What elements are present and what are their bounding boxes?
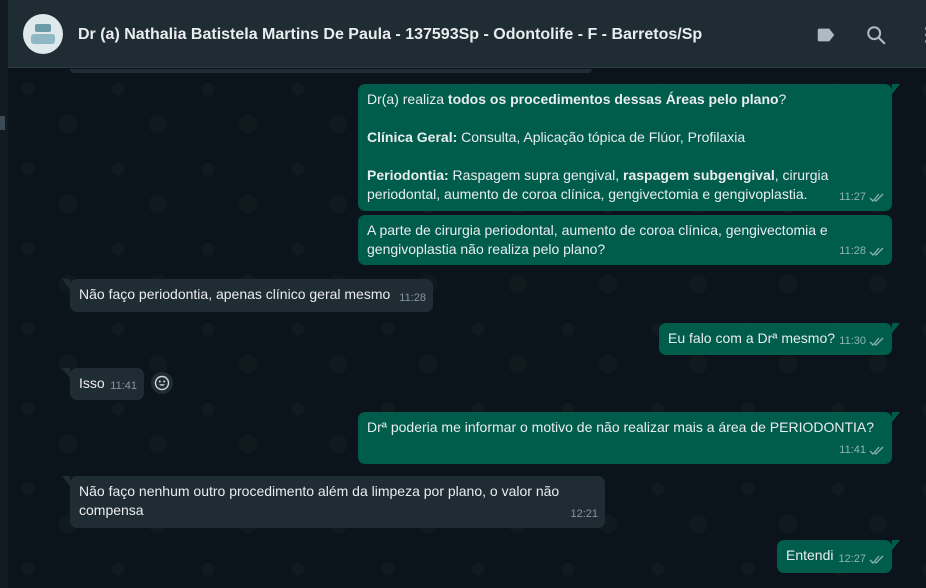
message-time: 11:41: [839, 444, 866, 456]
text-run-bold: Periodontia:: [367, 167, 449, 183]
message-time: 11:27: [839, 191, 866, 203]
message-text: Não faço nenhum outro procedimento além …: [79, 483, 560, 518]
incoming-message[interactable]: Isso 11:41: [62, 368, 144, 400]
message-meta: 12:21: [570, 505, 598, 524]
outgoing-message[interactable]: A parte de cirurgia periodontal, aumento…: [358, 215, 892, 265]
menu-icon[interactable]: [916, 24, 926, 46]
double-check-icon: [869, 247, 884, 256]
message-list[interactable]: Dr(a) realiza todos os procedimentos des…: [8, 69, 926, 588]
message-meta: 11:30: [839, 332, 885, 351]
text-run: Dr(a) realiza: [367, 91, 448, 107]
message-paragraph: Dr(a) realiza todos os procedimentos des…: [367, 90, 883, 109]
text-run-bold: raspagem subgengival: [623, 167, 775, 183]
contact-avatar[interactable]: [23, 14, 63, 54]
message-meta: 11:41: [839, 441, 885, 460]
outgoing-message[interactable]: Drª poderia me informar o motivo de não …: [358, 412, 900, 464]
previous-message-edge: [70, 69, 592, 73]
message-meta: 12:27: [838, 550, 885, 569]
message-time: 11:41: [110, 380, 137, 392]
incoming-message[interactable]: Não faço periodontia, apenas clínico ger…: [62, 279, 433, 312]
reaction-button[interactable]: [151, 372, 173, 394]
avatar-logo-top: [35, 24, 51, 32]
message-text: A parte de cirurgia periodontal, aumento…: [367, 222, 828, 257]
search-icon[interactable]: [865, 24, 887, 46]
double-check-icon: [869, 555, 884, 564]
double-check-icon: [869, 337, 884, 346]
message-paragraph: Periodontia: Raspagem supra gengival, ra…: [367, 166, 883, 204]
chat-header[interactable]: Dr (a) Nathalia Batistela Martins De Pau…: [8, 0, 926, 68]
double-check-icon: [869, 446, 884, 455]
text-run: ?: [778, 91, 787, 107]
message-time: 11:28: [399, 292, 426, 304]
message-meta: 11:28: [839, 242, 885, 261]
avatar-logo-bottom: [31, 34, 55, 44]
text-run-bold: Clínica Geral:: [367, 129, 458, 145]
sidebar-edge: [0, 0, 8, 588]
message-text: Não faço periodontia, apenas clínico ger…: [79, 286, 391, 302]
contact-name[interactable]: Dr (a) Nathalia Batistela Martins De Pau…: [78, 26, 702, 44]
label-icon[interactable]: [815, 24, 837, 46]
incoming-message[interactable]: Não faço nenhum outro procedimento além …: [62, 476, 605, 528]
scroll-marker: [0, 116, 5, 130]
emoji-icon: [154, 375, 170, 391]
message-time: 12:27: [838, 553, 866, 565]
message-meta: 11:28: [399, 289, 426, 308]
message-meta: 11:41: [110, 377, 137, 396]
message-time: 11:30: [839, 335, 866, 347]
message-time: 12:21: [570, 508, 598, 520]
message-text: Drª poderia me informar o motivo de não …: [367, 419, 875, 435]
text-run-bold: todos os procedimentos dessas Áreas pelo…: [447, 91, 779, 107]
outgoing-message[interactable]: Eu falo com a Drª mesmo? 11:30: [659, 323, 900, 355]
outgoing-message[interactable]: Dr(a) realiza todos os procedimentos des…: [358, 84, 900, 211]
message-time: 11:28: [839, 245, 866, 257]
double-check-icon: [869, 193, 884, 202]
message-paragraph: Clínica Geral: Consulta, Aplicação tópic…: [367, 128, 883, 147]
outgoing-message[interactable]: Entendi 12:27: [777, 540, 900, 573]
text-run: Consulta, Aplicação tópica de Flúor, Pro…: [457, 129, 746, 145]
message-meta: 11:27: [839, 188, 885, 207]
text-run: Raspagem supra gengival,: [448, 167, 623, 183]
